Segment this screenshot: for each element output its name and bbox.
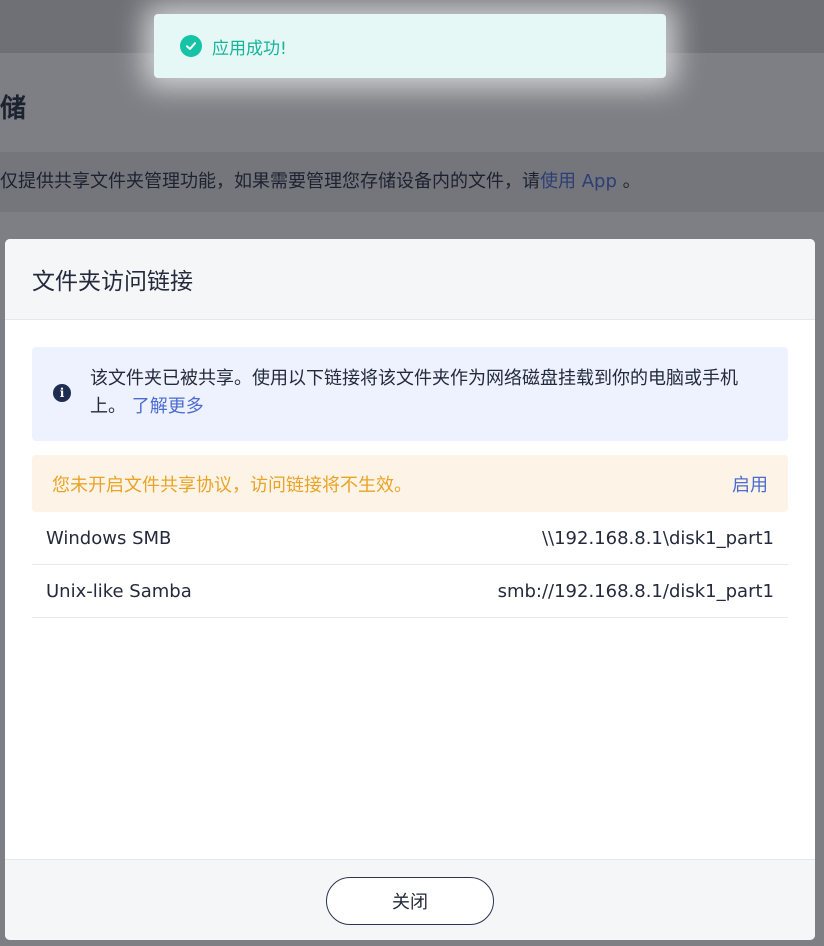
check-circle-icon <box>180 35 202 57</box>
dialog-footer: 关闭 <box>5 859 815 940</box>
background-notice-link: 使用 App <box>540 171 617 192</box>
link-value[interactable]: smb://192.168.8.1/disk1_part1 <box>498 581 774 602</box>
folder-access-link-dialog: 文件夹访问链接 i 该文件夹已被共享。使用以下链接将该文件夹作为网络磁盘挂载到你… <box>5 239 815 940</box>
warning-banner: 您未开启文件共享协议，访问链接将不生效。 启用 <box>32 455 788 512</box>
link-row-windows-smb: Windows SMB \\192.168.8.1\disk1_part1 <box>32 512 788 565</box>
background-page-title: 储 <box>0 94 27 124</box>
learn-more-link[interactable]: 了解更多 <box>132 396 204 417</box>
info-circle-icon: i <box>53 384 71 402</box>
background-notice: 仅提供共享文件夹管理功能，如果需要管理您存储设备内的文件，请使用 App 。 <box>0 152 824 212</box>
dialog-header: 文件夹访问链接 <box>5 239 815 320</box>
enable-protocol-link[interactable]: 启用 <box>732 471 768 497</box>
toast-message: 应用成功! <box>212 38 287 59</box>
link-row-unix-samba: Unix-like Samba smb://192.168.8.1/disk1_… <box>32 565 788 618</box>
info-text-block: 该文件夹已被共享。使用以下链接将该文件夹作为网络磁盘挂载到你的电脑或手机上。 了… <box>90 365 770 421</box>
link-name: Windows SMB <box>46 527 172 549</box>
success-toast: 应用成功! <box>154 14 666 78</box>
link-name: Unix-like Samba <box>46 580 192 602</box>
dialog-title: 文件夹访问链接 <box>32 269 193 295</box>
background-notice-text: 仅提供共享文件夹管理功能，如果需要管理您存储设备内的文件，请 <box>0 171 540 192</box>
info-banner: i 该文件夹已被共享。使用以下链接将该文件夹作为网络磁盘挂载到你的电脑或手机上。… <box>32 347 788 441</box>
link-value[interactable]: \\192.168.8.1\disk1_part1 <box>542 528 774 549</box>
access-link-list: Windows SMB \\192.168.8.1\disk1_part1 Un… <box>32 512 788 618</box>
warning-text: 您未开启文件共享协议，访问链接将不生效。 <box>52 474 412 496</box>
background-notice-suffix: 。 <box>616 171 641 192</box>
close-button[interactable]: 关闭 <box>326 877 494 925</box>
